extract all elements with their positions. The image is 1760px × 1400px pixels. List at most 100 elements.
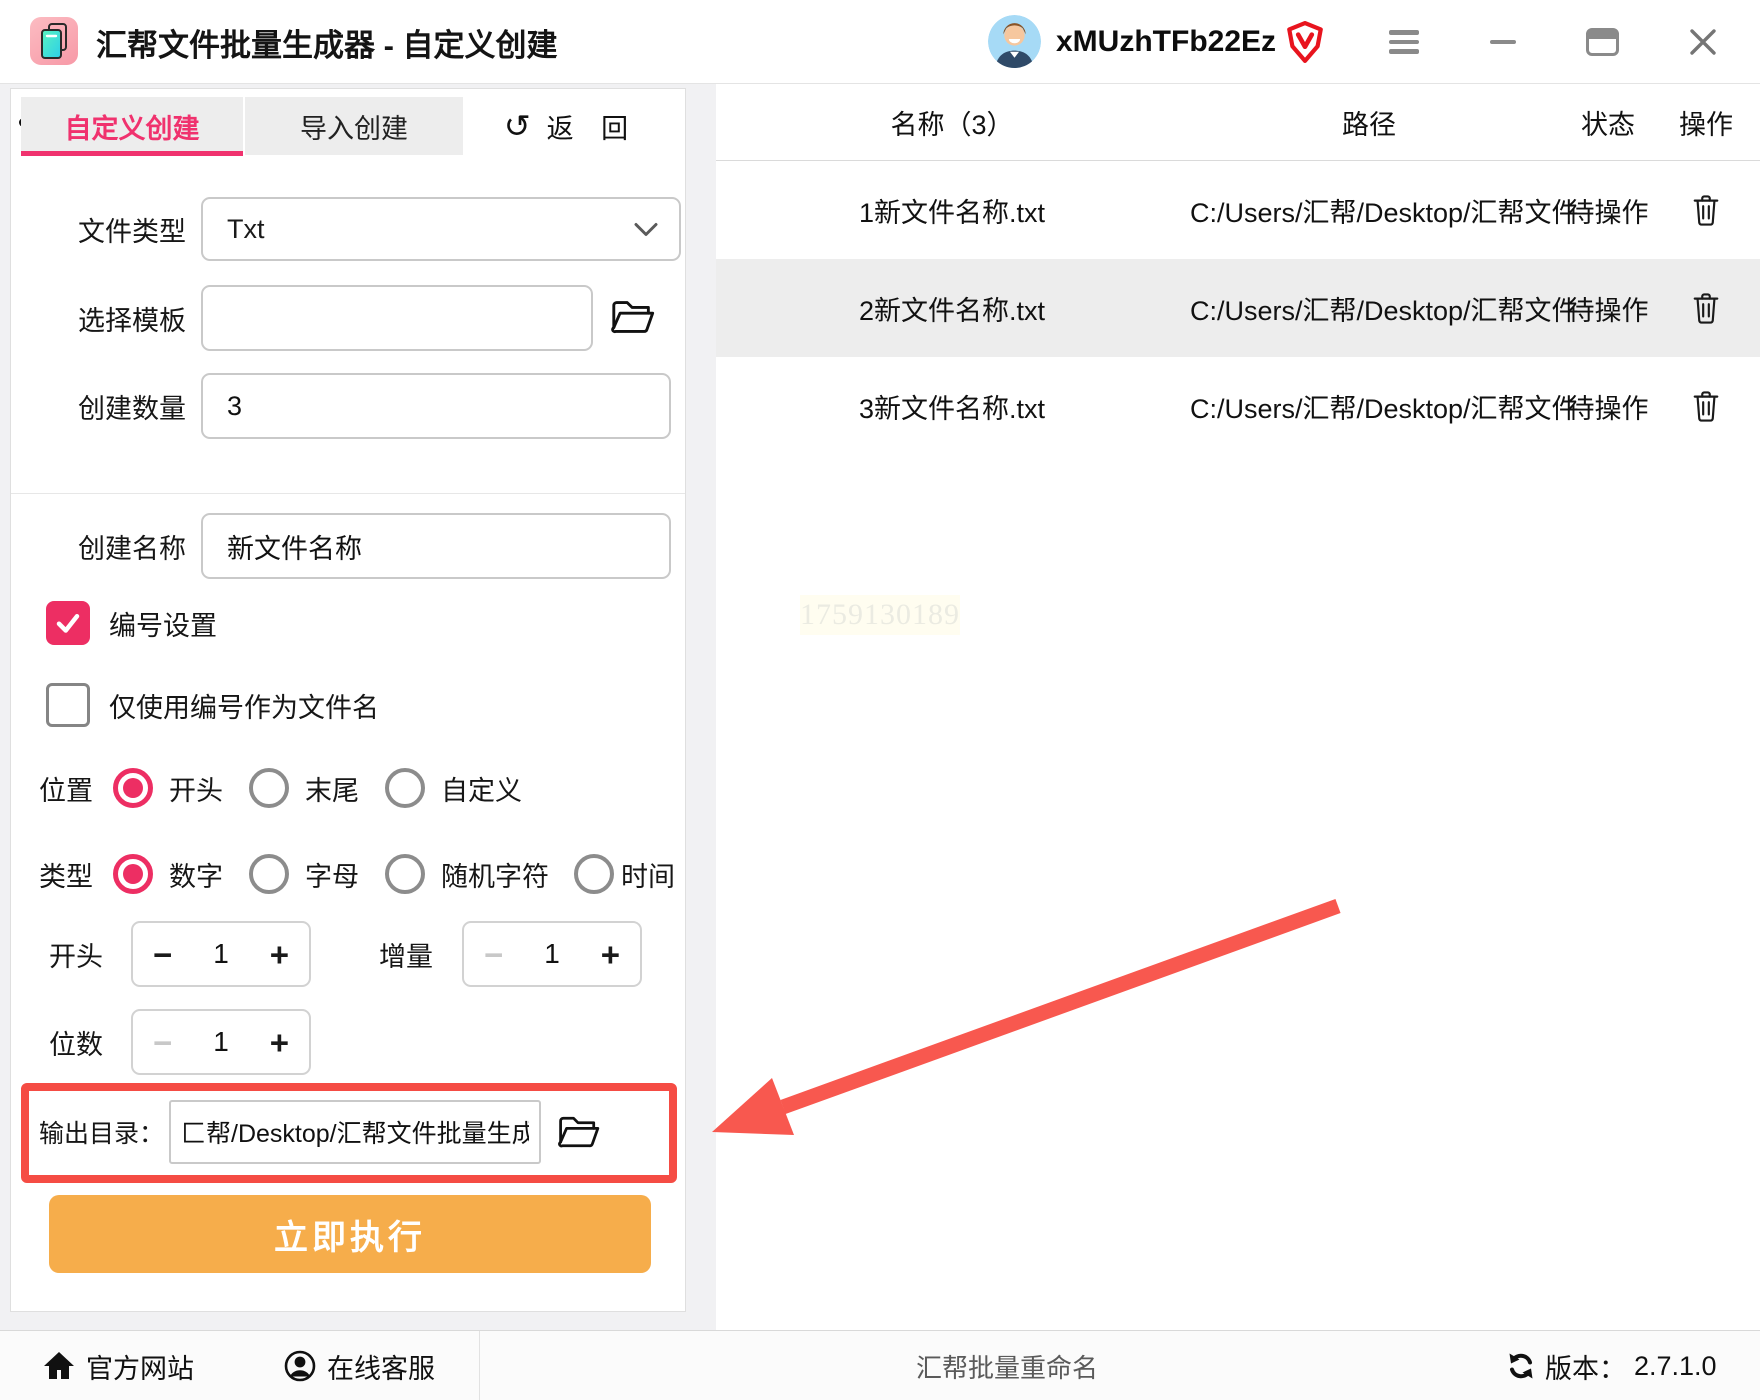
version-value: 2.7.1.0 bbox=[1634, 1350, 1717, 1381]
column-header-action: 操作 bbox=[1679, 109, 1733, 140]
numbering-checkbox[interactable] bbox=[46, 601, 90, 645]
menu-button[interactable] bbox=[1382, 0, 1426, 84]
status-badge: 待操作 bbox=[1567, 393, 1649, 424]
digits-stepper-label: 位数 bbox=[49, 1029, 103, 1060]
chevron-down-icon bbox=[633, 214, 659, 245]
output-dir-input[interactable] bbox=[169, 1100, 541, 1164]
start-stepper-label: 开头 bbox=[49, 941, 103, 972]
count-label: 创建数量 bbox=[78, 393, 186, 424]
file-name: 3新文件名称.txt bbox=[858, 393, 1046, 424]
vip-badge-icon bbox=[1286, 21, 1324, 63]
numbering-label: 编号设置 bbox=[109, 610, 217, 641]
radio-position-custom[interactable] bbox=[385, 768, 425, 808]
check-icon bbox=[56, 614, 80, 633]
output-dir-label: 输出目录： bbox=[39, 1120, 165, 1148]
tab-custom-create[interactable]: 自定义创建 bbox=[21, 97, 243, 156]
file-name: 2新文件名称.txt bbox=[858, 295, 1046, 326]
minus-button[interactable]: − bbox=[153, 938, 172, 971]
minimize-button[interactable] bbox=[1481, 0, 1525, 84]
browse-folder-button[interactable] bbox=[607, 291, 659, 343]
back-button[interactable]: ↺ 返 回 bbox=[465, 97, 677, 155]
increment-value: 1 bbox=[544, 938, 560, 969]
start-stepper: − 1 + bbox=[131, 921, 311, 987]
file-type-value: Txt bbox=[227, 213, 265, 244]
column-header-status: 状态 bbox=[1581, 109, 1635, 140]
radio-position-end[interactable] bbox=[249, 768, 289, 808]
back-icon: ↺ bbox=[503, 108, 531, 144]
minus-button[interactable]: − bbox=[153, 1026, 172, 1059]
radio-label: 开头 bbox=[169, 775, 223, 806]
online-service-link[interactable]: 在线客服 bbox=[283, 1331, 435, 1400]
status-badge: 待操作 bbox=[1567, 295, 1649, 326]
radio-type-random[interactable] bbox=[385, 854, 425, 894]
table-row: 3新文件名称.txt C:/Users/汇帮/Desktop/汇帮文件 待操作 bbox=[716, 357, 1760, 455]
file-table: 名称（3） 路径 状态 操作 1新文件名称.txt C:/Users/汇帮/De… bbox=[716, 84, 1760, 1330]
column-header-path: 路径 bbox=[1342, 109, 1396, 140]
watermark: 1759130189 bbox=[800, 595, 960, 635]
increment-stepper-label: 增量 bbox=[379, 941, 433, 972]
hamburger-icon bbox=[1389, 30, 1419, 54]
position-label: 位置 bbox=[39, 775, 93, 806]
footer: 官方网站 在线客服 汇帮批量重命名 版本： 2.7.1.0 bbox=[0, 1330, 1760, 1400]
back-label: 返 回 bbox=[546, 113, 639, 144]
radio-type-number[interactable] bbox=[113, 854, 153, 894]
settings-panel: 自定义创建 导入创建 ↺ 返 回 文件类型 Txt 选择模板 创建数量 创建名称 bbox=[10, 88, 686, 1312]
window-title: 汇帮文件批量生成器 - 自定义创建 bbox=[96, 27, 558, 63]
plus-button[interactable]: + bbox=[270, 938, 289, 971]
radio-type-time[interactable] bbox=[574, 854, 614, 894]
version-info: 版本： 2.7.1.0 bbox=[1505, 1331, 1717, 1400]
official-site-label: 官方网站 bbox=[86, 1353, 194, 1384]
increment-stepper: − 1 + bbox=[462, 921, 642, 987]
refresh-icon bbox=[1509, 1353, 1533, 1379]
radio-label: 自定义 bbox=[441, 775, 522, 806]
only-number-checkbox[interactable] bbox=[46, 683, 90, 727]
name-label: 创建名称 bbox=[78, 533, 186, 564]
radio-label: 末尾 bbox=[305, 775, 359, 806]
official-site-link[interactable]: 官方网站 bbox=[42, 1331, 194, 1400]
titlebar: 汇帮文件批量生成器 - 自定义创建 xMUzhTFb22Ez bbox=[0, 0, 1760, 84]
tab-import-create[interactable]: 导入创建 bbox=[245, 97, 463, 155]
close-button[interactable] bbox=[1681, 0, 1725, 84]
section-divider bbox=[11, 493, 685, 494]
username[interactable]: xMUzhTFb22Ez bbox=[1056, 0, 1276, 84]
radio-label: 字母 bbox=[305, 861, 359, 892]
plus-button[interactable]: + bbox=[601, 938, 620, 971]
delete-icon[interactable] bbox=[1691, 291, 1721, 325]
template-input[interactable] bbox=[201, 285, 593, 351]
file-name: 1新文件名称.txt bbox=[858, 197, 1046, 228]
radio-position-start[interactable] bbox=[113, 768, 153, 808]
status-badge: 待操作 bbox=[1567, 197, 1649, 228]
type-label: 类型 bbox=[39, 861, 93, 892]
table-row: 1新文件名称.txt C:/Users/汇帮/Desktop/汇帮文件 待操作 bbox=[716, 161, 1760, 259]
tab-label: 导入创建 bbox=[300, 113, 408, 144]
minimize-icon bbox=[1490, 39, 1516, 45]
count-input[interactable] bbox=[201, 373, 671, 439]
digits-value: 1 bbox=[213, 1026, 229, 1057]
file-type-label: 文件类型 bbox=[78, 216, 186, 247]
radio-label: 随机字符 bbox=[441, 861, 549, 892]
minus-button[interactable]: − bbox=[484, 938, 503, 971]
home-icon bbox=[44, 1352, 74, 1379]
maximize-button[interactable] bbox=[1580, 0, 1624, 84]
delete-icon[interactable] bbox=[1691, 389, 1721, 423]
output-folder-button[interactable] bbox=[555, 1108, 603, 1156]
plus-button[interactable]: + bbox=[270, 1026, 289, 1059]
app-logo-icon bbox=[30, 17, 78, 65]
delete-icon[interactable] bbox=[1691, 193, 1721, 227]
table-row: 2新文件名称.txt C:/Users/汇帮/Desktop/汇帮文件 待操作 bbox=[716, 259, 1760, 357]
file-path: C:/Users/汇帮/Desktop/汇帮文件 bbox=[1190, 197, 1579, 228]
radio-label: 数字 bbox=[169, 861, 223, 892]
close-icon bbox=[1690, 29, 1716, 55]
name-input[interactable] bbox=[201, 513, 671, 579]
only-number-label: 仅使用编号作为文件名 bbox=[109, 692, 379, 723]
file-path: C:/Users/汇帮/Desktop/汇帮文件 bbox=[1190, 393, 1579, 424]
folder-icon bbox=[611, 301, 655, 334]
radio-type-letter[interactable] bbox=[249, 854, 289, 894]
user-avatar[interactable] bbox=[988, 15, 1041, 68]
online-service-label: 在线客服 bbox=[327, 1353, 435, 1384]
file-type-select[interactable]: Txt bbox=[201, 197, 681, 261]
customer-service-icon bbox=[284, 1350, 316, 1382]
execute-button[interactable]: 立即执行 bbox=[49, 1195, 651, 1273]
footer-app-name: 汇帮批量重命名 bbox=[915, 1352, 1099, 1383]
column-header-name: 名称（3） bbox=[890, 109, 1014, 140]
